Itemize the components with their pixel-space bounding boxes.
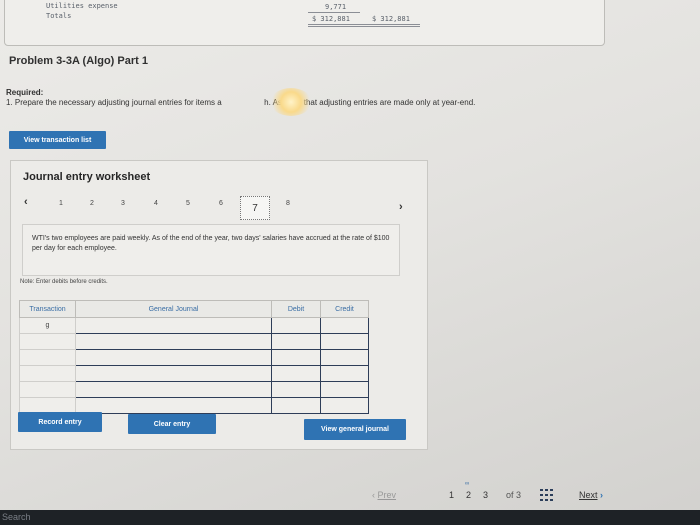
table-row <box>19 381 369 398</box>
clear-entry-button[interactable]: Clear entry <box>128 414 216 434</box>
tab-8[interactable]: 8 <box>286 200 290 207</box>
journal-table: Transaction General Journal Debit Credit… <box>19 300 369 414</box>
page-3[interactable]: 3 <box>483 490 488 500</box>
account-input[interactable] <box>75 349 272 366</box>
tab-5[interactable]: 5 <box>186 200 190 207</box>
record-entry-button[interactable]: Record entry <box>18 412 102 432</box>
credit-input[interactable] <box>320 381 369 398</box>
statement-value-top: 9,771 <box>325 3 347 11</box>
credit-input[interactable] <box>320 397 369 414</box>
page-2-current[interactable]: 2 <box>466 490 471 500</box>
tab-next-arrow-icon[interactable]: › <box>399 201 403 213</box>
view-transaction-list-button[interactable]: View transaction list <box>9 131 106 149</box>
page-count: of 3 <box>506 490 522 500</box>
transaction-cell <box>19 333 76 350</box>
credit-input[interactable] <box>320 317 369 334</box>
tab-4[interactable]: 4 <box>154 200 158 207</box>
col-general-journal: General Journal <box>75 300 272 318</box>
tab-3[interactable]: 3 <box>121 200 125 207</box>
debit-input[interactable] <box>271 381 321 398</box>
camera-glare <box>270 88 312 116</box>
grid-view-icon[interactable] <box>540 489 554 501</box>
statement-double-rule-2 <box>308 26 420 27</box>
transaction-description: WTI's two employees are paid weekly. As … <box>22 224 400 276</box>
tab-1[interactable]: 1 <box>59 200 63 207</box>
statement-total-left: $ 312,881 <box>312 15 350 23</box>
col-credit: Credit <box>320 300 369 318</box>
account-input[interactable] <box>75 397 272 414</box>
credit-input[interactable] <box>320 333 369 350</box>
page-1[interactable]: 1 <box>449 490 454 500</box>
tab-7-label: 7 <box>252 202 258 214</box>
credit-input[interactable] <box>320 349 369 366</box>
problem-title: Problem 3-3A (Algo) Part 1 <box>9 55 148 67</box>
current-page-marker-icon: ∞ <box>465 481 470 487</box>
debit-input[interactable] <box>271 333 321 350</box>
prev-chevron-icon: ‹ <box>372 490 375 500</box>
worksheet-title: Journal entry worksheet <box>23 171 151 183</box>
credit-input[interactable] <box>320 365 369 382</box>
col-transaction: Transaction <box>19 300 76 318</box>
transaction-cell: g <box>19 317 76 334</box>
next-button[interactable]: Next › <box>579 490 603 500</box>
debit-input[interactable] <box>271 317 321 334</box>
transaction-description-text: WTI's two employees are paid weekly. As … <box>32 235 390 252</box>
statement-line-utilities: Utilities expense <box>46 2 118 10</box>
tab-prev-arrow-icon[interactable]: ‹ <box>24 196 28 208</box>
debit-input[interactable] <box>271 349 321 366</box>
account-input[interactable] <box>75 333 272 350</box>
statement-double-rule <box>308 24 420 25</box>
taskbar-search[interactable]: Search <box>2 512 31 522</box>
taskbar <box>0 510 700 525</box>
statement-line-totals: Totals <box>46 12 72 20</box>
transaction-cell <box>19 365 76 382</box>
table-row <box>19 333 369 350</box>
transaction-cell <box>19 381 76 398</box>
table-row <box>19 365 369 382</box>
statement-total-right: $ 312,881 <box>372 15 410 23</box>
next-label: Next <box>579 490 598 500</box>
debit-input[interactable] <box>271 397 321 414</box>
table-row: g <box>19 317 369 334</box>
account-input[interactable] <box>75 381 272 398</box>
col-debit: Debit <box>271 300 321 318</box>
required-text-part-a: 1. Prepare the necessary adjusting journ… <box>6 98 222 107</box>
tab-7-active[interactable]: 7 <box>240 196 270 220</box>
tab-6[interactable]: 6 <box>219 200 223 207</box>
required-text: 1. Prepare the necessary adjusting journ… <box>6 98 475 107</box>
required-label: Required: <box>6 88 44 97</box>
transaction-cell <box>19 349 76 366</box>
statement-rule <box>308 12 360 13</box>
account-input[interactable] <box>75 365 272 382</box>
prev-label: Prev <box>377 490 397 500</box>
tab-2[interactable]: 2 <box>90 200 94 207</box>
table-row <box>19 349 369 366</box>
debits-note: Note: Enter debits before credits. <box>20 279 108 285</box>
next-chevron-icon: › <box>600 490 604 500</box>
prev-button[interactable]: ‹ Prev <box>372 490 396 500</box>
account-input[interactable] <box>75 317 272 334</box>
view-general-journal-button[interactable]: View general journal <box>304 419 406 440</box>
debit-input[interactable] <box>271 365 321 382</box>
